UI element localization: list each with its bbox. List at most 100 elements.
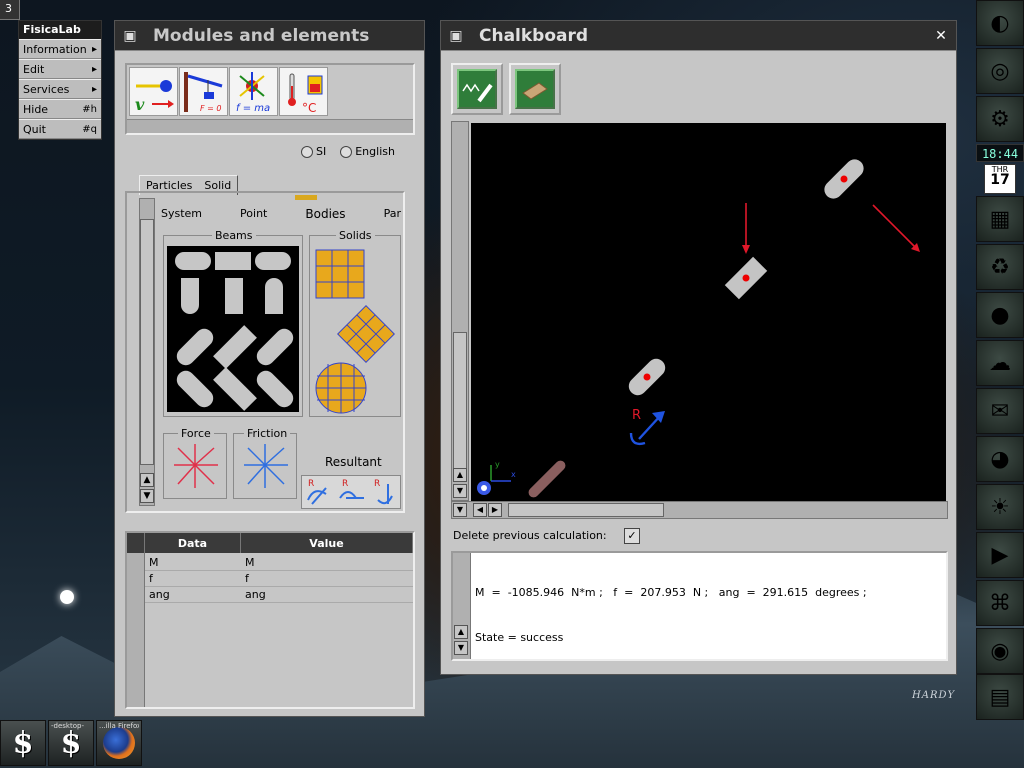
resultant-element[interactable]: R xyxy=(374,479,393,505)
miniwindow-1[interactable]: $ xyxy=(0,720,46,766)
resultant-element[interactable]: R xyxy=(339,479,364,499)
table-row[interactable]: ff xyxy=(145,571,413,587)
beam-body-1[interactable] xyxy=(821,156,868,203)
terminal-icon[interactable]: ▤ xyxy=(976,674,1024,720)
calendar-icon[interactable]: THR 17 xyxy=(984,164,1016,194)
miniwindow-firefox[interactable]: ...illa Firefox xyxy=(96,720,142,766)
statics-label: F = 0 xyxy=(200,104,221,113)
chalkboard-canvas[interactable]: R y x xyxy=(471,123,946,501)
dynamics-icon[interactable]: f = ma xyxy=(229,67,278,116)
audio-cd-icon[interactable]: ◉ xyxy=(976,628,1024,674)
clock-display[interactable]: 18:44 xyxy=(976,144,1024,162)
workspace-cube-icon[interactable]: ▦ xyxy=(976,196,1024,242)
resultant-moment[interactable]: R xyxy=(629,408,665,446)
mail-icon[interactable]: ✉ xyxy=(976,388,1024,434)
fisicalab-icon[interactable]: ◎ xyxy=(976,48,1024,94)
statics-icon[interactable]: F = 0 xyxy=(179,67,228,116)
beam-element[interactable] xyxy=(253,367,297,411)
scroll-down-icon[interactable]: ▼ xyxy=(140,489,154,503)
table-row[interactable]: ang ang xyxy=(145,587,413,603)
resultant-mark: R xyxy=(308,479,314,489)
kinematics-icon[interactable]: v xyxy=(129,67,178,116)
beam-element[interactable] xyxy=(213,367,257,411)
recycler-icon[interactable]: ♻ xyxy=(976,244,1024,290)
thunderbird-icon[interactable]: ◕ xyxy=(976,436,1024,482)
beam-element[interactable] xyxy=(173,367,217,411)
friction-element[interactable] xyxy=(234,434,296,496)
system-monitor-icon[interactable]: ⌘ xyxy=(976,580,1024,626)
category-bodies[interactable]: Bodies xyxy=(305,207,345,221)
miniaturize-button[interactable]: ▣ xyxy=(443,23,469,49)
module-selector: v F = 0 f = ma °C xyxy=(125,63,415,135)
beam-element[interactable] xyxy=(181,278,199,314)
close-button[interactable]: ✕ xyxy=(928,23,954,49)
miniwindow-desktop[interactable]: -desktop- $ xyxy=(48,720,94,766)
beam-element[interactable] xyxy=(253,325,297,369)
scroll-up-icon[interactable]: ▲ xyxy=(453,468,467,482)
beam-element[interactable] xyxy=(225,278,243,314)
scroll-left-icon[interactable]: ◀ xyxy=(473,503,487,517)
network-icon[interactable]: ☁ xyxy=(976,340,1024,386)
miniaturize-button[interactable]: ▣ xyxy=(117,23,143,49)
table-cell[interactable]: ang xyxy=(241,587,413,602)
delete-previous-checkbox[interactable]: ✓ xyxy=(624,528,640,544)
scroll-thumb[interactable] xyxy=(508,503,664,517)
board-horizontal-scrollbar[interactable]: ▼ ◀ ▶ xyxy=(451,501,948,519)
ideas-icon[interactable]: ☀ xyxy=(976,484,1024,530)
chalkboard-titlebar[interactable]: ▣ Chalkboard ✕ xyxy=(441,21,956,51)
square-solid-element[interactable] xyxy=(315,249,365,299)
firefox-dock-icon[interactable]: ● xyxy=(976,292,1024,338)
beam-element[interactable] xyxy=(265,278,283,314)
column-header-value[interactable]: Value xyxy=(241,533,413,553)
heat-icon[interactable]: °C xyxy=(279,67,328,116)
scroll-thumb[interactable] xyxy=(140,219,154,465)
table-cell[interactable]: f xyxy=(241,571,413,586)
table-cell[interactable]: M xyxy=(241,555,413,570)
menu-item-edit[interactable]: Edit ▸ xyxy=(19,59,101,79)
scroll-down-icon[interactable]: ▼ xyxy=(453,503,467,517)
circle-solid-element[interactable] xyxy=(315,362,367,414)
force-element[interactable] xyxy=(164,434,226,496)
console-vertical-scrollbar[interactable]: ▲ ▼ xyxy=(453,553,471,659)
menu-item-information[interactable]: Information ▸ xyxy=(19,39,101,59)
board-vertical-scrollbar[interactable]: ▲ ▼ xyxy=(451,121,469,501)
beam-element[interactable] xyxy=(213,325,257,369)
menu-item-quit[interactable]: Quit #q xyxy=(19,119,101,139)
scroll-down-icon[interactable]: ▼ xyxy=(454,641,468,655)
scroll-down-icon[interactable]: ▼ xyxy=(453,484,467,498)
table-row[interactable]: MM xyxy=(145,555,413,571)
preferences-icon[interactable]: ⚙ xyxy=(976,96,1024,142)
modules-titlebar[interactable]: ▣ Modules and elements xyxy=(115,21,424,51)
si-radio[interactable]: SI xyxy=(301,145,326,158)
category-point[interactable]: Point xyxy=(240,207,267,221)
eraser-tool-button[interactable] xyxy=(509,63,561,115)
chalk-tool-button[interactable] xyxy=(451,63,503,115)
force-arrow-1[interactable] xyxy=(872,204,920,252)
category-system[interactable]: System xyxy=(161,207,202,221)
beam-element[interactable] xyxy=(215,252,251,270)
workspace-badge[interactable]: 3 xyxy=(0,0,20,20)
panel-vertical-scrollbar[interactable]: ▲ ▼ xyxy=(139,198,155,506)
scroll-up-icon[interactable]: ▲ xyxy=(140,473,154,487)
force-arrow-2[interactable] xyxy=(742,203,750,254)
beam-element[interactable] xyxy=(175,252,211,270)
diamond-solid-element[interactable] xyxy=(337,305,395,363)
english-radio[interactable]: English xyxy=(340,145,395,158)
column-header-data[interactable]: Data xyxy=(145,533,241,553)
beam-body-2[interactable] xyxy=(724,256,768,300)
beam-element[interactable] xyxy=(255,252,291,270)
menu-item-services[interactable]: Services ▸ xyxy=(19,79,101,99)
module-selector-scrollbar[interactable] xyxy=(127,119,413,133)
beam-body-3[interactable] xyxy=(625,355,669,399)
beam-element[interactable] xyxy=(173,325,217,369)
table-cell: ang xyxy=(149,588,170,601)
scroll-up-icon[interactable]: ▲ xyxy=(454,625,468,639)
media-player-icon[interactable]: ▶ xyxy=(976,532,1024,578)
gnustep-icon[interactable]: ◐ xyxy=(976,0,1024,46)
menu-item-hide[interactable]: Hide #h xyxy=(19,99,101,119)
beam-body-4[interactable] xyxy=(526,458,567,499)
scroll-thumb[interactable] xyxy=(453,332,467,472)
category-par[interactable]: Par xyxy=(384,207,401,221)
scroll-right-icon[interactable]: ▶ xyxy=(488,503,502,517)
resultant-element[interactable]: R xyxy=(307,479,327,505)
